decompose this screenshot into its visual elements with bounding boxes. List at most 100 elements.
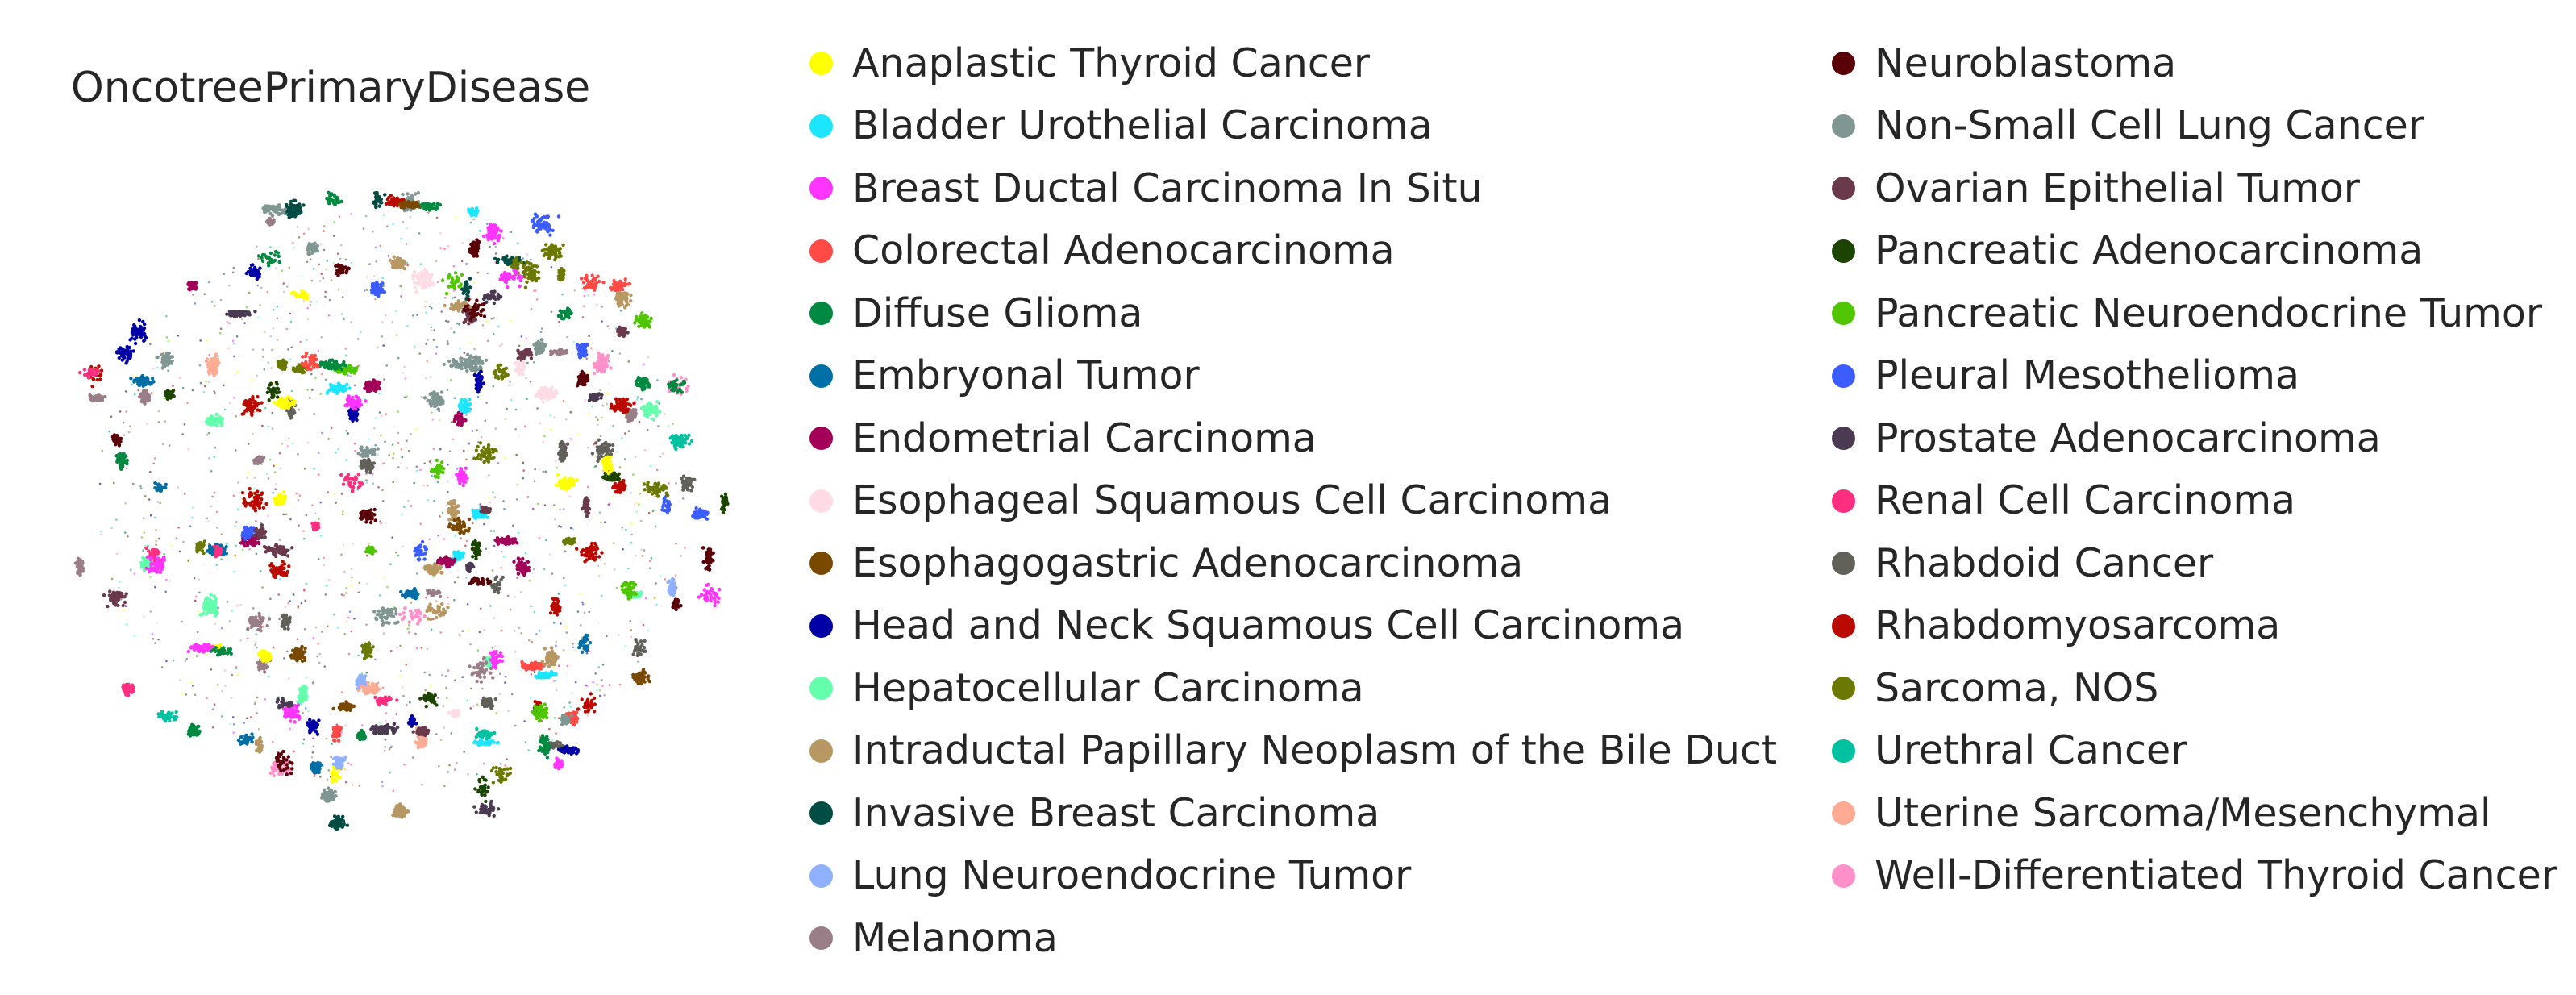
scatter-cluster (492, 363, 510, 381)
legend-marker (1832, 114, 1855, 138)
scatter-cluster (691, 506, 710, 521)
legend-label: Anaplastic Thyroid Cancer (852, 40, 1371, 86)
scatter-cluster (156, 710, 179, 723)
scatter-cluster (473, 775, 490, 804)
scatter-cluster (186, 722, 202, 738)
scatter-cluster (163, 389, 176, 401)
legend-marker (809, 364, 833, 388)
legend-marker (1832, 552, 1855, 576)
scatter-cluster (272, 395, 297, 410)
scatter-cluster (78, 368, 101, 380)
legend-marker (809, 114, 833, 138)
legend-item: Prostate Adenocarcinoma (1832, 407, 2557, 470)
scatter-cluster (129, 373, 156, 388)
scatter-plot-area (73, 190, 730, 831)
legend-label: Urethral Cancer (1875, 727, 2187, 774)
scatter-cluster (204, 412, 224, 428)
legend-label: Ovarian Epithelial Tumor (1875, 164, 2360, 211)
scatter-cluster (562, 536, 576, 546)
legend-item: Colorectal Adenocarcinoma (809, 220, 1777, 283)
legend-label: Melanoma (852, 914, 1058, 961)
legend-item: Embryonal Tumor (809, 345, 1777, 408)
legend-marker (1832, 52, 1855, 76)
scatter-cluster (468, 238, 481, 258)
scatter-cluster (102, 589, 128, 609)
scatter-cluster (369, 280, 386, 298)
scatter-cluster (331, 725, 343, 743)
chart-title: OncotreePrimaryDisease (70, 64, 591, 112)
scatter-cluster (268, 560, 291, 580)
legend-label: Pancreatic Adenocarcinoma (1875, 227, 2424, 274)
scatter-cluster (534, 385, 559, 404)
scatter-cluster (467, 206, 480, 218)
scatter-cluster (416, 202, 443, 212)
scatter-cluster (325, 190, 344, 207)
legend-marker (809, 677, 833, 701)
scatter-cluster (616, 325, 630, 338)
scatter-cluster (256, 249, 282, 268)
scatter-cluster (425, 602, 450, 622)
scatter-cluster (261, 203, 288, 218)
scatter-cluster (315, 358, 348, 372)
scatter-cluster (556, 306, 573, 321)
legend-item: Lung Neuroendocrine Tumor (809, 845, 1777, 908)
scatter-cluster (254, 735, 264, 754)
legend-item: Endometrial Carcinoma (809, 407, 1777, 470)
legend-label: Breast Ductal Carcinoma In Situ (852, 164, 1483, 211)
scatter-cluster (411, 267, 436, 294)
scatter-cluster (531, 702, 549, 723)
scatter-cluster (422, 390, 445, 411)
legend-item: Diffuse Glioma (809, 282, 1777, 345)
scatter-cluster (553, 756, 564, 771)
legend-item: Invasive Breast Carcinoma (809, 782, 1777, 845)
scatter-cluster (634, 376, 652, 392)
scatter-cluster (364, 545, 377, 556)
scatter-cluster (556, 439, 570, 463)
scatter-cluster (489, 765, 513, 785)
legend-marker (1832, 864, 1855, 888)
scatter-cluster (373, 695, 399, 707)
legend-marker (809, 239, 833, 263)
legend-marker (809, 552, 833, 576)
scatter-cluster (498, 269, 524, 289)
legend-item: Bladder Urothelial Carcinoma (809, 95, 1777, 158)
scatter-cluster (494, 535, 519, 547)
scatter-cluster (701, 546, 715, 572)
scatter-cluster (631, 638, 647, 658)
scatter-cluster (426, 589, 443, 599)
scatter-cluster (579, 273, 606, 292)
legend-item: Breast Ductal Carcinoma In Situ (809, 157, 1777, 220)
scatter-cluster (156, 351, 175, 370)
legend-item: Pancreatic Neuroendocrine Tumor (1832, 282, 2557, 345)
scatter-cluster (480, 696, 497, 710)
legend-label: Head and Neck Squamous Cell Carcinoma (852, 602, 1685, 649)
legend-column-1: Anaplastic Thyroid Cancer Bladder Urothel… (809, 32, 1777, 970)
scatter-cluster (289, 644, 307, 664)
scatter-cluster (391, 802, 410, 819)
scatter-cluster (280, 613, 292, 631)
legend-marker (809, 926, 833, 951)
scatter-cluster (331, 700, 356, 712)
legend-marker (1832, 364, 1855, 388)
scatter-cluster (128, 318, 148, 346)
scatter-cluster (310, 521, 321, 531)
legend-item: Uterine Sarcoma/Mesenchymal (1832, 782, 2557, 845)
scatter-cluster (186, 281, 198, 292)
legend-marker (809, 739, 833, 763)
scatter-cluster (537, 734, 552, 760)
legend-marker (1832, 489, 1855, 513)
legend-label: Endometrial Carcinoma (852, 414, 1317, 461)
scatter-cluster (540, 243, 565, 262)
scatter-noise-points (98, 211, 686, 793)
scatter-cluster (513, 360, 526, 377)
scatter-cluster (320, 786, 338, 803)
scatter-cluster (88, 393, 107, 403)
scatter-cluster (114, 344, 135, 365)
scatter-cluster (356, 728, 368, 742)
scatter-cluster (195, 539, 206, 556)
legend-label: Esophagogastric Adenocarcinoma (852, 539, 1524, 586)
scatter-cluster (470, 539, 482, 561)
scatter-cluster (289, 289, 310, 301)
legend-marker (1832, 801, 1855, 826)
scatter-cluster (472, 441, 498, 464)
